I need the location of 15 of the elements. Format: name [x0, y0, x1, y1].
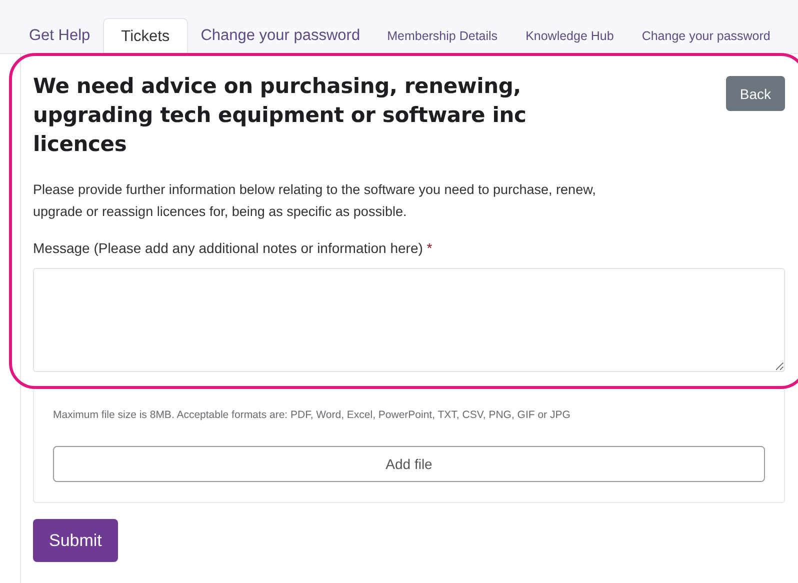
- tab[interactable]: Change your password: [628, 18, 784, 53]
- tab[interactable]: Get Help: [16, 18, 104, 53]
- file-size-note: Maximum file size is 8MB. Acceptable formats are: PDF, Word, Excel, PowerPoint, TXT, CSV, PNG, GIF or JPG: [53, 409, 572, 421]
- tab[interactable]: Membership Details: [373, 18, 512, 53]
- description-text: Please provide further information below relating to the software you need to purchase, renew, upgrade or reassign licences for, being as specific as possible.: [33, 181, 597, 221]
- form-title: We need advice on purchasing, renewing, upgrading tech equipment or software inc licences: [33, 73, 528, 158]
- message-field[interactable]: [33, 268, 785, 372]
- back-button[interactable]: Back: [726, 76, 785, 111]
- add-file-button[interactable]: Add file: [53, 446, 765, 482]
- tab[interactable]: Change your password: [188, 18, 374, 53]
- tab[interactable]: Knowledge Hub: [512, 18, 628, 53]
- tab[interactable]: Tickets: [103, 18, 188, 54]
- submit-button[interactable]: Submit: [33, 519, 118, 562]
- required-mark: *: [426, 240, 432, 256]
- message-label: Message (Please add any additional notes or information here): [33, 240, 423, 256]
